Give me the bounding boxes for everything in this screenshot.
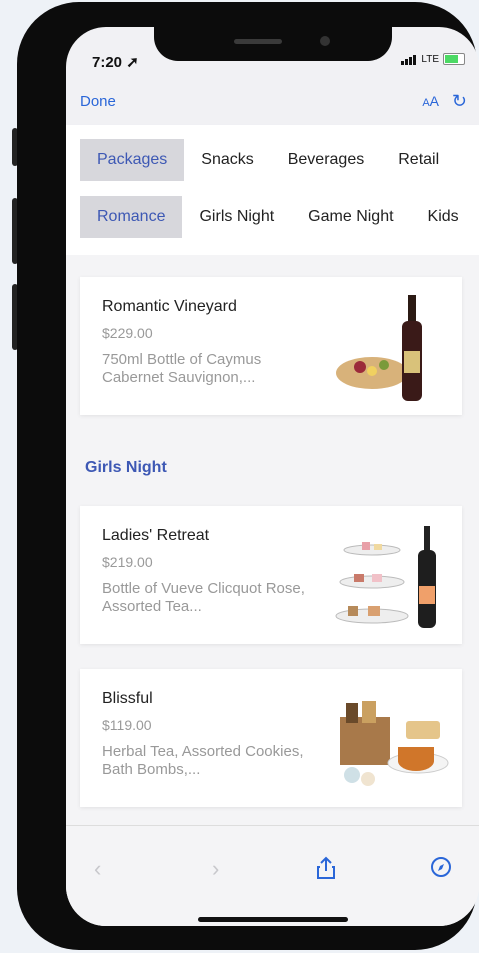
primary-tab-row: Packages Snacks Beverages Retail xyxy=(80,139,456,181)
package-name: Romantic Vineyard xyxy=(102,298,237,315)
package-price: $229.00 xyxy=(102,325,153,341)
speaker xyxy=(234,39,282,44)
browser-top-bar: Done AAAA ↻ xyxy=(66,81,479,125)
browser-toolbar: ‹ › xyxy=(66,825,479,926)
package-card-blissful[interactable]: Blissful $119.00 Herbal Tea, Assorted Co… xyxy=(80,669,462,807)
package-price: $119.00 xyxy=(102,717,152,733)
compass-icon[interactable] xyxy=(430,856,452,884)
screen: 7:20 ➚ LTE Done AAAA ↻ Packages Snacks B… xyxy=(66,27,479,926)
package-description: 750ml Bottle of Caymus Cabernet Sauvigno… xyxy=(102,351,262,386)
package-description: Bottle of Vueve Clicquot Rose, Assorted … xyxy=(102,580,305,615)
tab-packages[interactable]: Packages xyxy=(80,139,185,181)
camera xyxy=(320,36,330,46)
back-icon[interactable]: ‹ xyxy=(94,856,101,882)
status-icons: LTE xyxy=(401,53,465,65)
phone-frame: 7:20 ➚ LTE Done AAAA ↻ Packages Snacks B… xyxy=(17,2,479,950)
tab-snacks[interactable]: Snacks xyxy=(184,139,270,181)
package-name: Blissful xyxy=(102,690,153,707)
package-price: $219.00 xyxy=(102,554,153,570)
tab-beverages[interactable]: Beverages xyxy=(271,139,382,181)
signal-icon xyxy=(401,54,417,65)
package-list: Romantic Vineyard $229.00 750ml Bottle o… xyxy=(66,255,479,825)
share-icon[interactable] xyxy=(316,856,336,886)
secondary-tab-row: Romance Girls Night Game Night Kids xyxy=(80,196,476,238)
notch xyxy=(154,27,392,61)
tea-basket-image xyxy=(340,701,449,786)
package-card-romantic-vineyard[interactable]: Romantic Vineyard $229.00 750ml Bottle o… xyxy=(80,277,462,415)
package-name: Ladies' Retreat xyxy=(102,527,210,544)
home-indicator[interactable] xyxy=(198,917,348,922)
tab-romance[interactable]: Romance xyxy=(80,196,183,238)
tab-game-night[interactable]: Game Night xyxy=(291,196,410,238)
package-card-ladies-retreat[interactable]: Ladies' Retreat $219.00 Bottle of Vueve … xyxy=(80,506,462,644)
tab-kids[interactable]: Kids xyxy=(411,196,476,238)
forward-icon[interactable]: › xyxy=(212,856,219,882)
category-tabs: Packages Snacks Beverages Retail Romance… xyxy=(66,125,479,255)
package-description: Herbal Tea, Assorted Cookies, Bath Bombs… xyxy=(102,743,304,778)
battery-icon xyxy=(443,53,465,65)
tea-tower-champagne-image xyxy=(335,526,436,628)
section-title-girls-night: Girls Night xyxy=(85,459,167,476)
location-arrow-icon: ➚ xyxy=(126,54,139,71)
tab-retail[interactable]: Retail xyxy=(381,139,456,181)
status-time: 7:20 ➚ xyxy=(92,54,139,71)
wine-cheese-image xyxy=(336,295,422,401)
done-button[interactable]: Done xyxy=(80,93,116,110)
carrier-label: LTE xyxy=(421,53,439,65)
reload-icon[interactable]: ↻ xyxy=(452,91,467,112)
text-size-button[interactable]: AAAA xyxy=(422,93,439,109)
tab-girls-night[interactable]: Girls Night xyxy=(182,196,291,238)
